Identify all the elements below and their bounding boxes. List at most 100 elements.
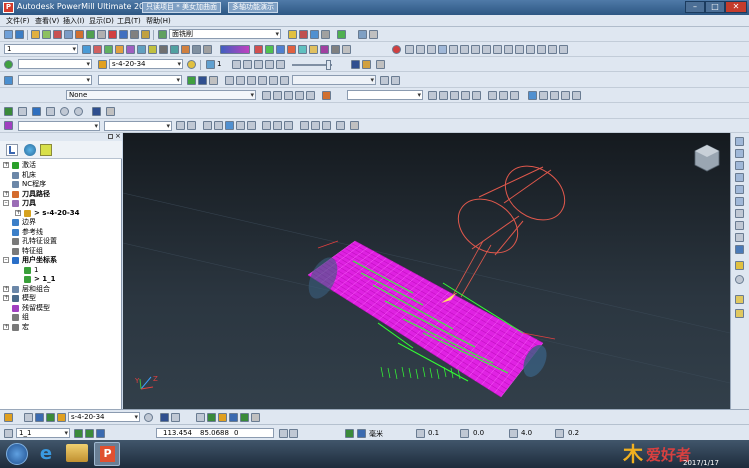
model-hide-icon[interactable] xyxy=(450,91,459,100)
explorer-tab-globe[interactable] xyxy=(24,144,36,156)
axis-icon[interactable] xyxy=(276,60,285,69)
slider-thumb[interactable] xyxy=(326,60,331,70)
block-icon[interactable] xyxy=(42,30,51,39)
graphics-viewport[interactable]: Z Y xyxy=(122,133,731,409)
explorer-tab-notes[interactable] xyxy=(40,144,52,156)
view-iso2-icon[interactable] xyxy=(126,45,135,54)
powermill-taskbar-button[interactable]: P xyxy=(94,442,120,466)
grid-icon[interactable] xyxy=(493,45,502,54)
curve-trim-icon[interactable] xyxy=(236,76,245,85)
view-back-right-icon[interactable] xyxy=(735,185,744,194)
tree-item[interactable]: > 1_1 xyxy=(0,275,122,284)
lead-in-icon[interactable] xyxy=(288,30,297,39)
preview-icon[interactable] xyxy=(351,60,360,69)
toolbar3-close-icon[interactable] xyxy=(376,60,385,69)
file-explorer-icon[interactable] xyxy=(66,444,88,462)
globe-icon[interactable] xyxy=(735,275,744,284)
workplane-icon[interactable] xyxy=(141,30,150,39)
view-side-icon[interactable] xyxy=(104,45,113,54)
powermill-app-icon[interactable]: P xyxy=(3,2,14,13)
viewmill-dropdown[interactable] xyxy=(18,121,100,131)
maximize-button[interactable]: □ xyxy=(705,1,725,13)
expand-icon[interactable]: + xyxy=(3,285,9,292)
tool-list-icon[interactable] xyxy=(24,413,33,422)
accept-icon[interactable] xyxy=(362,60,371,69)
view-bottom-right-icon[interactable] xyxy=(735,197,744,206)
tree-item[interactable]: NC程序 xyxy=(0,180,122,189)
stock-model-hide-icon[interactable] xyxy=(311,121,320,130)
close-toolbar-icon[interactable] xyxy=(337,30,346,39)
tree-item[interactable]: + 模型 xyxy=(0,294,122,303)
zoom-in-icon[interactable] xyxy=(735,209,744,218)
snap-status-icon[interactable] xyxy=(279,429,288,438)
feature-icon-3[interactable] xyxy=(284,91,293,100)
expand-icon[interactable]: + xyxy=(3,295,9,301)
measure-icon[interactable] xyxy=(405,45,414,54)
simulate-save-icon[interactable] xyxy=(92,107,101,116)
toolpath-select-dropdown[interactable]: 1 xyxy=(4,44,78,54)
hide-icon[interactable] xyxy=(526,45,535,54)
viewmill-icon[interactable] xyxy=(4,121,13,130)
explorer-close-icon[interactable]: × xyxy=(115,133,121,140)
transform-close-icon[interactable] xyxy=(572,91,581,100)
model-icon[interactable] xyxy=(322,91,331,100)
rotate-icon[interactable] xyxy=(170,45,179,54)
stock-icon[interactable] xyxy=(309,45,318,54)
tool-info-icon[interactable] xyxy=(144,413,153,422)
tree-item[interactable]: 参考线 xyxy=(0,228,122,237)
simulate-forward-icon[interactable] xyxy=(32,107,41,116)
lightbulb-icon[interactable] xyxy=(187,60,196,69)
stock-model-show-icon[interactable] xyxy=(300,121,309,130)
curve-merge-icon[interactable] xyxy=(247,76,256,85)
coord-input-icon[interactable] xyxy=(289,429,298,438)
tree-item[interactable]: + > s-4-20-34 xyxy=(0,209,122,218)
stock-model-update-icon[interactable] xyxy=(284,121,293,130)
save-icon[interactable] xyxy=(15,30,24,39)
menu-file[interactable]: 文件(F) xyxy=(6,16,30,26)
stock-model-icon[interactable] xyxy=(262,121,271,130)
minimize-button[interactable]: – xyxy=(685,1,705,13)
zoom-icon[interactable] xyxy=(137,45,146,54)
tree-item[interactable]: + 层和组合 xyxy=(0,285,122,294)
simulate-rewind-icon[interactable] xyxy=(46,107,55,116)
feature-icon-2[interactable] xyxy=(273,91,282,100)
level-close-icon[interactable] xyxy=(391,76,400,85)
measure-right-icon[interactable] xyxy=(735,309,744,318)
verify-icon[interactable] xyxy=(97,30,106,39)
toolbar2-close-icon[interactable] xyxy=(342,45,351,54)
status-icon-3[interactable] xyxy=(96,429,105,438)
record-icon[interactable] xyxy=(392,45,401,54)
tree-item[interactable]: – 刀具 xyxy=(0,199,122,208)
simulate-close-icon[interactable] xyxy=(106,107,115,116)
workplane-active-icon[interactable] xyxy=(4,60,13,69)
simulate-stop-icon[interactable] xyxy=(60,107,69,116)
surface-close-icon[interactable] xyxy=(510,91,519,100)
lasso-icon[interactable] xyxy=(460,45,469,54)
invert-icon[interactable] xyxy=(548,45,557,54)
machine-head-icon[interactable] xyxy=(240,413,249,422)
calculate-icon[interactable] xyxy=(86,30,95,39)
pan-icon[interactable] xyxy=(159,45,168,54)
expand-icon[interactable]: + xyxy=(3,190,9,197)
tool-select-icon[interactable] xyxy=(4,413,13,422)
gouge-icon[interactable] xyxy=(298,45,307,54)
select-icon[interactable] xyxy=(438,45,447,54)
simulate-pause-icon[interactable] xyxy=(74,107,83,116)
viewmill-rainbow-icon[interactable] xyxy=(214,121,223,130)
feed-rate-icon[interactable] xyxy=(64,30,73,39)
stepover-icon[interactable] xyxy=(232,60,241,69)
stock-model-edit-icon[interactable] xyxy=(273,121,282,130)
feature-close-icon[interactable] xyxy=(306,91,315,100)
feature-icon-1[interactable] xyxy=(262,91,271,100)
model-color-icon[interactable] xyxy=(254,45,263,54)
tree-item[interactable]: 组 xyxy=(0,313,122,322)
tool-close-icon[interactable] xyxy=(171,413,180,422)
section-icon[interactable] xyxy=(331,45,340,54)
explorer-tab-tree[interactable] xyxy=(6,144,18,156)
shaded-view-icon[interactable] xyxy=(735,245,744,254)
residual-icon[interactable] xyxy=(320,45,329,54)
stock-model-more-icon[interactable] xyxy=(322,121,331,130)
surface-icon[interactable] xyxy=(287,45,296,54)
zoom-out-icon[interactable] xyxy=(735,221,744,230)
bottom-tool-dropdown[interactable]: s-4-20-34 xyxy=(68,412,140,422)
